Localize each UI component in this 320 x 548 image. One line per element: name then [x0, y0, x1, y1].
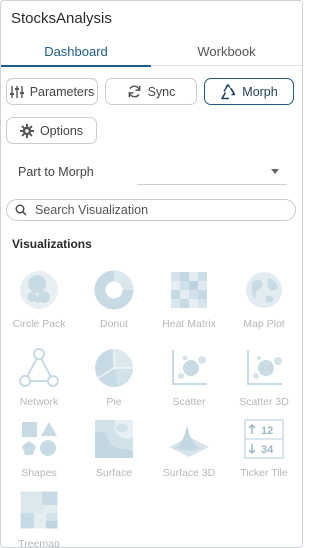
sync-label: Sync [147, 84, 176, 99]
viz-scatter[interactable]: Scatter [152, 341, 226, 411]
viz-label: Circle Pack [12, 318, 66, 330]
morph-label: Morph [242, 84, 278, 99]
viz-circle-pack[interactable]: Circle Pack [2, 263, 76, 333]
map-plot-icon [246, 272, 282, 308]
heat-matrix-icon [171, 272, 207, 308]
recycle-icon [221, 83, 236, 99]
visualizations-heading: Visualizations [12, 237, 92, 251]
viz-donut[interactable]: Donut [77, 263, 151, 333]
sync-icon [128, 85, 140, 98]
donut-icon [94, 270, 134, 310]
network-icon [19, 348, 59, 387]
morph-button[interactable]: Morph [204, 78, 294, 105]
viz-label: Heat Matrix [162, 318, 216, 330]
parameters-label: Parameters [29, 84, 95, 99]
parameters-button[interactable]: Parameters [6, 78, 98, 105]
options-label: Options [39, 123, 84, 138]
viz-label: Shapes [21, 467, 57, 479]
ticker-value-down: 34 [261, 444, 274, 456]
sliders-icon [9, 85, 24, 98]
sync-button[interactable]: Sync [105, 78, 197, 105]
viz-label: Ticker Tile [240, 467, 288, 479]
shapes-icon [22, 422, 57, 456]
panel: StocksAnalysis Dashboard Workbook Parame… [0, 0, 303, 548]
tab-bar: Dashboard Workbook [1, 39, 302, 67]
pie-icon [95, 349, 134, 387]
scatter-icon [172, 350, 207, 385]
page-title: StocksAnalysis [11, 10, 112, 27]
viz-label: Scatter 3D [239, 396, 289, 408]
options-button[interactable]: Options [6, 117, 97, 144]
viz-label: Network [19, 396, 59, 408]
viz-label: Scatter [172, 396, 206, 408]
viz-label: Donut [99, 318, 129, 330]
tab-dashboard[interactable]: Dashboard [1, 39, 151, 67]
treemap-icon [19, 490, 59, 530]
ticker-tile-icon: 12 34 [244, 419, 284, 459]
viz-label: Surface [95, 467, 133, 479]
viz-scatter-3d[interactable]: Scatter 3D [227, 341, 301, 411]
scatter-3d-icon [247, 350, 282, 385]
surface-icon [95, 420, 133, 458]
search-box [6, 199, 296, 221]
viz-label: Surface 3D [162, 467, 216, 479]
viz-pie[interactable]: Pie [77, 341, 151, 411]
viz-treemap[interactable]: Treemap [2, 483, 76, 548]
search-input[interactable] [33, 202, 287, 218]
viz-shapes[interactable]: Shapes [2, 412, 76, 482]
viz-map-plot[interactable]: Map Plot [227, 263, 301, 333]
circle-pack-icon [20, 271, 58, 309]
viz-label: Map Plot [243, 318, 285, 330]
search-icon [15, 204, 27, 216]
surface-3d-icon [169, 425, 209, 457]
tab-workbook[interactable]: Workbook [151, 39, 302, 66]
part-to-morph-label: Part to Morph [18, 165, 94, 179]
viz-heat-matrix[interactable]: Heat Matrix [152, 263, 226, 333]
chevron-down-icon [271, 169, 279, 174]
gear-icon [19, 123, 34, 138]
part-to-morph-select[interactable] [137, 160, 287, 185]
viz-label: Treemap [18, 538, 60, 548]
viz-surface-3d[interactable]: Surface 3D [152, 412, 226, 482]
ticker-value-up: 12 [261, 425, 273, 437]
viz-ticker-tile[interactable]: 12 34 Ticker Tile [227, 412, 301, 482]
viz-label: Pie [106, 396, 122, 408]
viz-network[interactable]: Network [2, 341, 76, 411]
viz-surface[interactable]: Surface [77, 412, 151, 482]
